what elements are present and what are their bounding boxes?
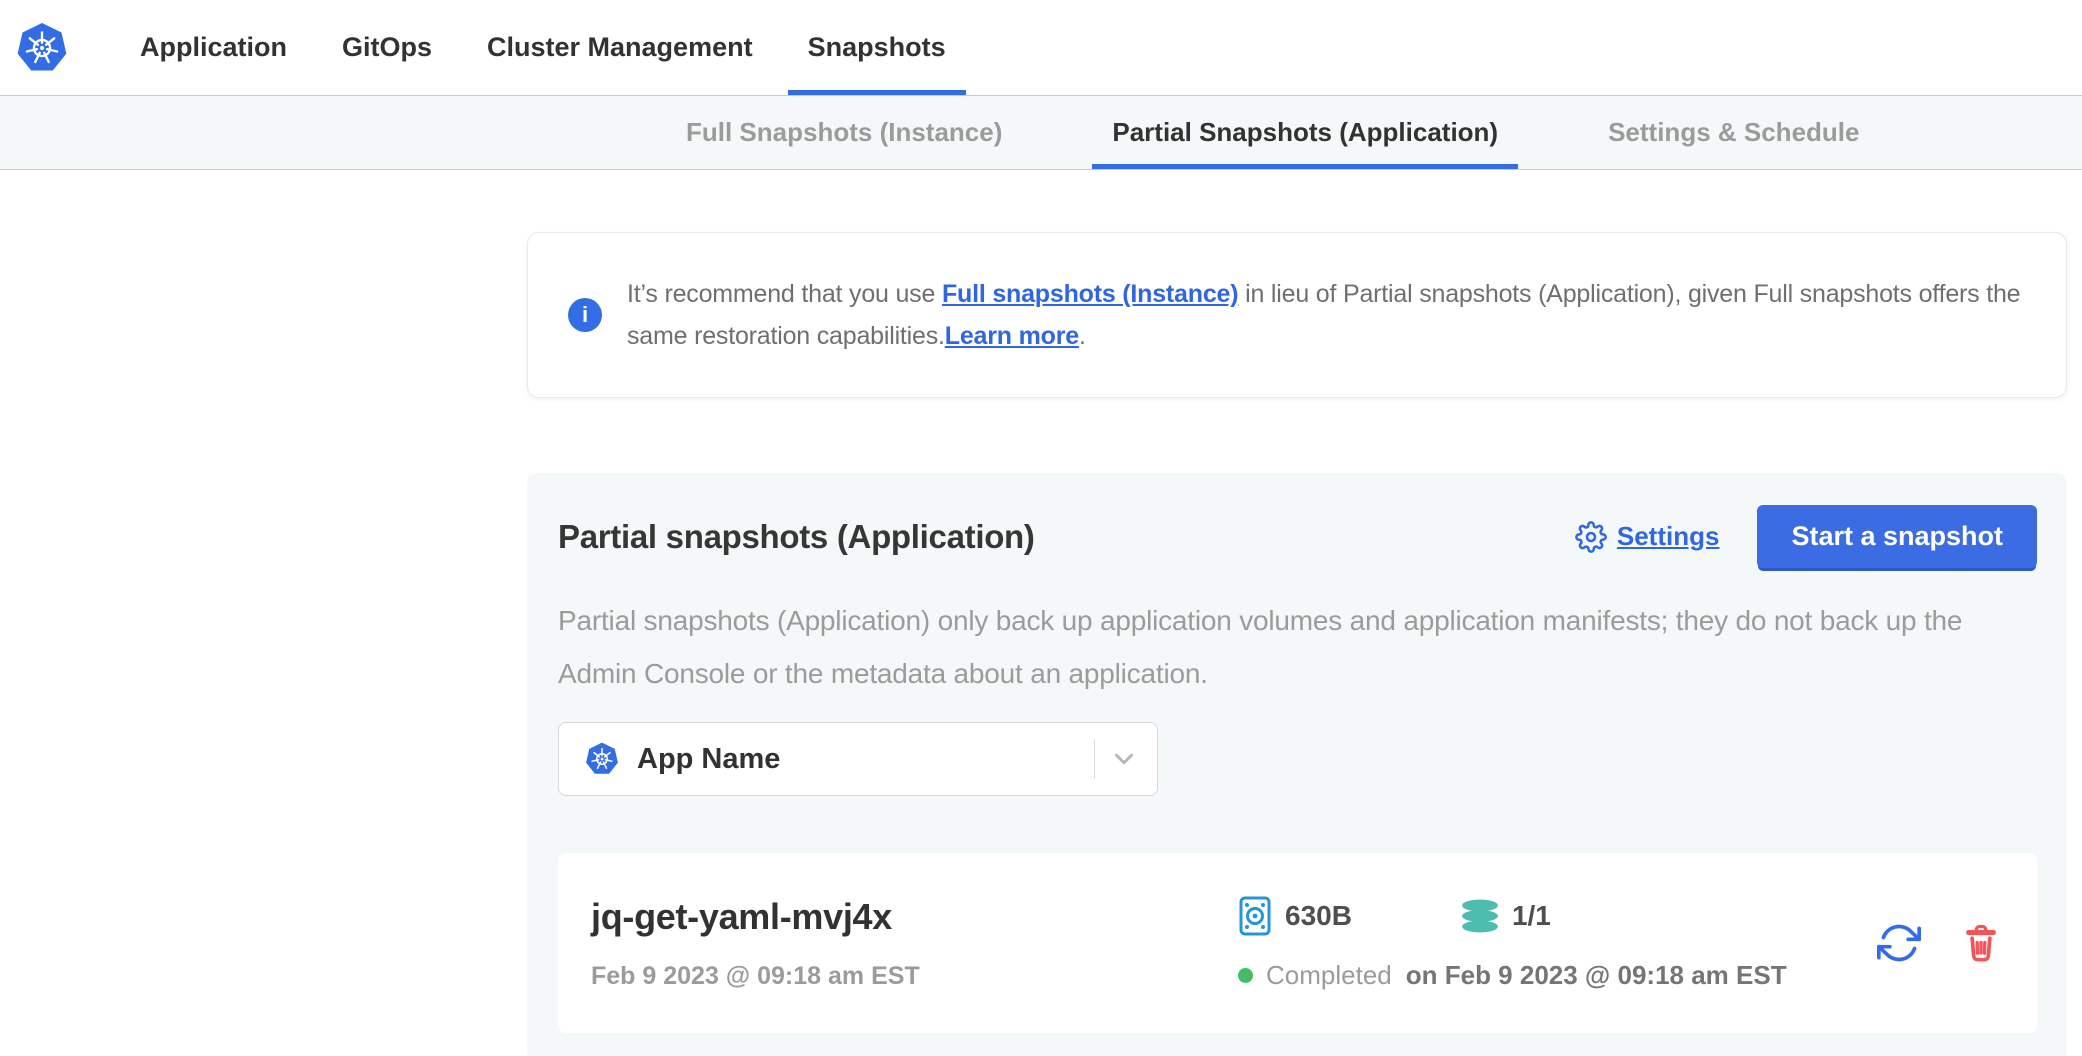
dropdown-divider xyxy=(1094,739,1095,779)
snapshot-volumes-value: 1/1 xyxy=(1512,900,1551,932)
snapshot-size-metric: 630B xyxy=(1238,896,1352,936)
status-label: Completed xyxy=(1266,960,1392,991)
settings-label: Settings xyxy=(1617,521,1720,552)
snapshot-row: jq-get-yaml-mvj4x Feb 9 2023 @ 09:18 am … xyxy=(558,853,2037,1033)
full-snapshots-link[interactable]: Full snapshots (Instance) xyxy=(942,280,1238,308)
tab-full-snapshots[interactable]: Full Snapshots (Instance) xyxy=(666,96,1022,169)
snapshot-details: 630B 1/1 Completed on Feb 9 2023 @ 09:18… xyxy=(1238,896,1787,991)
kubernetes-logo-icon[interactable] xyxy=(16,0,68,95)
start-snapshot-button[interactable]: Start a snapshot xyxy=(1757,505,2037,568)
restore-icon xyxy=(1877,921,1921,965)
info-icon: i xyxy=(568,298,602,332)
gear-icon xyxy=(1575,521,1607,553)
info-text-after: . xyxy=(1079,322,1086,350)
snapshot-identity: jq-get-yaml-mvj4x Feb 9 2023 @ 09:18 am … xyxy=(591,896,1238,991)
info-text-before: It’s recommend that you use xyxy=(627,280,942,308)
restore-snapshot-button[interactable] xyxy=(1877,921,1921,965)
info-banner: i It’s recommend that you use Full snaps… xyxy=(527,232,2067,398)
main-nav: Application GitOps Cluster Management Sn… xyxy=(120,0,966,95)
tab-settings-schedule[interactable]: Settings & Schedule xyxy=(1588,96,1879,169)
partial-snapshots-panel: Partial snapshots (Application) Settings… xyxy=(527,473,2067,1056)
trash-icon xyxy=(1961,922,2001,964)
panel-title: Partial snapshots (Application) xyxy=(558,518,1035,556)
nav-item-application[interactable]: Application xyxy=(120,0,307,95)
chevron-down-icon[interactable] xyxy=(1109,744,1139,774)
snapshot-settings-link[interactable]: Settings xyxy=(1575,521,1720,553)
disk-icon xyxy=(1238,896,1272,936)
snapshot-actions xyxy=(1877,921,2001,965)
snapshot-size-value: 630B xyxy=(1285,900,1352,932)
app-kubernetes-icon xyxy=(585,742,619,776)
info-banner-text: It’s recommend that you use Full snapsho… xyxy=(627,273,2026,357)
app-name-select[interactable]: App Name xyxy=(558,722,1158,796)
panel-header: Partial snapshots (Application) Settings… xyxy=(558,505,2037,568)
delete-snapshot-button[interactable] xyxy=(1961,922,2001,964)
snapshot-status: Completed on Feb 9 2023 @ 09:18 am EST xyxy=(1238,960,1787,991)
panel-description: Partial snapshots (Application) only bac… xyxy=(558,594,2026,700)
status-detail: on Feb 9 2023 @ 09:18 am EST xyxy=(1406,960,1787,991)
nav-item-snapshots[interactable]: Snapshots xyxy=(788,0,966,95)
snapshot-name: jq-get-yaml-mvj4x xyxy=(591,896,1238,938)
database-icon xyxy=(1461,899,1499,933)
nav-item-cluster-management[interactable]: Cluster Management xyxy=(467,0,773,95)
tab-partial-snapshots[interactable]: Partial Snapshots (Application) xyxy=(1092,96,1518,169)
app-name-value: App Name xyxy=(637,743,780,776)
nav-item-gitops[interactable]: GitOps xyxy=(322,0,452,95)
snapshot-volumes-metric: 1/1 xyxy=(1461,899,1551,933)
top-nav-bar: Application GitOps Cluster Management Sn… xyxy=(0,0,2082,96)
snapshot-created-date: Feb 9 2023 @ 09:18 am EST xyxy=(591,962,1238,991)
learn-more-link[interactable]: Learn more xyxy=(945,322,1079,350)
status-dot-icon xyxy=(1238,968,1253,983)
snapshots-tab-bar: Full Snapshots (Instance) Partial Snapsh… xyxy=(0,96,2082,170)
